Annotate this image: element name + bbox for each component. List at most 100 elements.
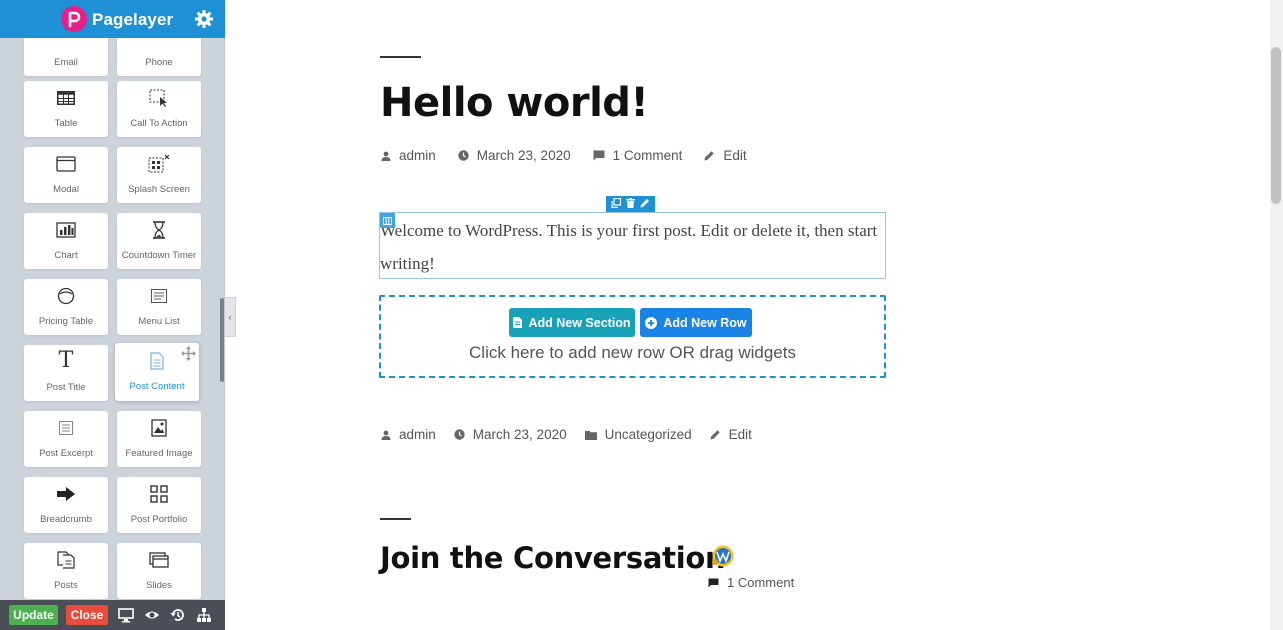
widget-label: Posts bbox=[54, 580, 78, 591]
widget-label: Pricing Table bbox=[38, 316, 94, 327]
widget-label: Phone bbox=[145, 57, 173, 68]
widget-label: Post Portfolio bbox=[130, 514, 188, 525]
post-content-text[interactable]: Welcome to WordPress. This is your first… bbox=[380, 214, 880, 280]
post-date[interactable]: March 23, 2020 bbox=[477, 148, 571, 163]
widget-menu-list[interactable]: Menu List bbox=[117, 279, 201, 335]
clock-icon bbox=[454, 429, 465, 440]
widget-post-title[interactable]: T Post Title bbox=[24, 345, 108, 401]
grid-icon bbox=[117, 483, 201, 505]
pencil-icon bbox=[704, 151, 715, 161]
add-row-hint[interactable]: Click here to add new row OR drag widget… bbox=[381, 343, 884, 363]
widget-call-to-action[interactable]: Call To Action bbox=[117, 81, 201, 137]
user-icon bbox=[381, 151, 391, 161]
slides-icon bbox=[117, 549, 201, 571]
add-new-section-button[interactable]: Add New Section bbox=[509, 308, 635, 337]
navigator-tree-icon[interactable] bbox=[196, 607, 212, 623]
column-handle-icon[interactable] bbox=[380, 213, 395, 228]
comment-count-label[interactable]: 1 Comment bbox=[727, 575, 794, 590]
widget-post-content[interactable]: Post Content bbox=[115, 343, 199, 401]
delete-icon[interactable] bbox=[625, 195, 635, 213]
add-new-section-label: Add New Section bbox=[528, 315, 631, 330]
post-edit-link[interactable]: Edit bbox=[723, 148, 746, 163]
close-button[interactable]: Close bbox=[66, 605, 108, 625]
preview-eye-icon[interactable] bbox=[144, 607, 160, 623]
chevron-left-icon: ‹ bbox=[228, 312, 232, 322]
post-comments-link[interactable]: 1 Comment bbox=[613, 148, 683, 163]
user-icon bbox=[381, 430, 391, 440]
comment-icon bbox=[593, 150, 605, 161]
post-edit-link[interactable]: Edit bbox=[729, 427, 752, 442]
pagelayer-sidebar: Pagelayer Email Phone Table Call To Acti… bbox=[0, 0, 225, 630]
hourglass-icon bbox=[117, 219, 201, 241]
comment-count: 1 Comment bbox=[708, 575, 794, 590]
post-meta-top: admin March 23, 2020 1 Comment Edit bbox=[381, 148, 747, 163]
sidebar-collapse-toggle[interactable]: ‹ bbox=[225, 297, 236, 337]
widget-chart[interactable]: Chart bbox=[24, 213, 108, 269]
sidebar-header: Pagelayer bbox=[0, 0, 225, 38]
widget-table[interactable]: Table bbox=[24, 81, 108, 137]
widget-label: Breadcrumb bbox=[40, 514, 92, 525]
widget-email[interactable]: Email bbox=[24, 38, 108, 76]
text-t-icon: T bbox=[58, 347, 74, 373]
settings-gear-icon[interactable] bbox=[194, 9, 214, 29]
widget-splash-screen[interactable]: Splash Screen bbox=[117, 147, 201, 203]
widget-label: Post Content bbox=[129, 381, 185, 392]
sidebar-footer: Update Close bbox=[0, 600, 225, 630]
edit-pencil-icon[interactable] bbox=[640, 195, 650, 213]
widget-featured-image[interactable]: Featured Image bbox=[117, 411, 201, 467]
widget-phone[interactable]: Phone bbox=[117, 38, 201, 76]
pricing-table-icon bbox=[24, 285, 108, 307]
widget-post-portfolio[interactable]: Post Portfolio bbox=[117, 477, 201, 533]
widget-label: Email bbox=[54, 57, 78, 68]
widget-label: Slides bbox=[146, 580, 172, 591]
add-new-row-label: Add New Row bbox=[663, 315, 747, 330]
widget-pricing-table[interactable]: Pricing Table bbox=[24, 279, 108, 335]
page-scrollbar-thumb[interactable] bbox=[1271, 47, 1281, 204]
splash-screen-icon bbox=[117, 153, 201, 175]
plus-circle-icon bbox=[645, 316, 658, 329]
post-date[interactable]: March 23, 2020 bbox=[473, 427, 567, 442]
commenter-avatar bbox=[711, 544, 735, 568]
comment-icon bbox=[708, 578, 719, 587]
post-meta-bottom: admin March 23, 2020 Uncategorized Edit bbox=[381, 427, 752, 442]
post-author[interactable]: admin bbox=[399, 148, 436, 163]
widget-label: Post Title bbox=[46, 382, 86, 393]
widget-posts[interactable]: Posts bbox=[24, 543, 108, 599]
call-to-action-icon bbox=[117, 87, 201, 109]
pencil-icon bbox=[710, 430, 720, 440]
widget-post-excerpt[interactable]: Post Excerpt bbox=[24, 411, 108, 467]
widget-label: Menu List bbox=[138, 316, 180, 327]
copy-icon[interactable] bbox=[611, 195, 622, 213]
element-toolbar bbox=[606, 196, 655, 212]
widget-countdown-timer[interactable]: Countdown Timer bbox=[117, 213, 201, 269]
chart-icon bbox=[24, 219, 108, 241]
posts-icon bbox=[24, 549, 108, 571]
pagelayer-logo-icon bbox=[61, 6, 87, 32]
post-author[interactable]: admin bbox=[399, 427, 436, 442]
widget-modal[interactable]: Modal bbox=[24, 147, 108, 203]
clock-icon bbox=[458, 150, 469, 161]
comments-heading: Join the Conversation bbox=[380, 541, 726, 575]
update-button[interactable]: Update bbox=[9, 605, 58, 625]
post-title: Hello world! bbox=[380, 80, 649, 126]
table-icon bbox=[24, 87, 108, 109]
modal-icon bbox=[24, 153, 108, 175]
add-new-row-button[interactable]: Add New Row bbox=[640, 308, 752, 337]
widget-label: Countdown Timer bbox=[121, 250, 197, 261]
desktop-icon[interactable] bbox=[118, 607, 134, 623]
widget-label: Table bbox=[54, 118, 78, 129]
widget-label: Call To Action bbox=[130, 118, 188, 129]
sidebar-scrollbar[interactable] bbox=[220, 298, 224, 382]
widget-slides[interactable]: Slides bbox=[117, 543, 201, 599]
widget-label: Post Excerpt bbox=[39, 448, 93, 459]
widget-breadcrumb[interactable]: Breadcrumb bbox=[24, 477, 108, 533]
widget-label: Splash Screen bbox=[128, 184, 190, 195]
title-divider bbox=[380, 56, 421, 58]
drag-move-icon[interactable] bbox=[181, 346, 196, 366]
arrow-right-icon bbox=[24, 483, 108, 505]
comments-divider bbox=[380, 518, 411, 520]
history-icon[interactable] bbox=[170, 607, 186, 623]
widget-label: Chart bbox=[54, 250, 78, 261]
post-category-link[interactable]: Uncategorized bbox=[605, 427, 692, 442]
menu-list-icon bbox=[117, 285, 201, 307]
